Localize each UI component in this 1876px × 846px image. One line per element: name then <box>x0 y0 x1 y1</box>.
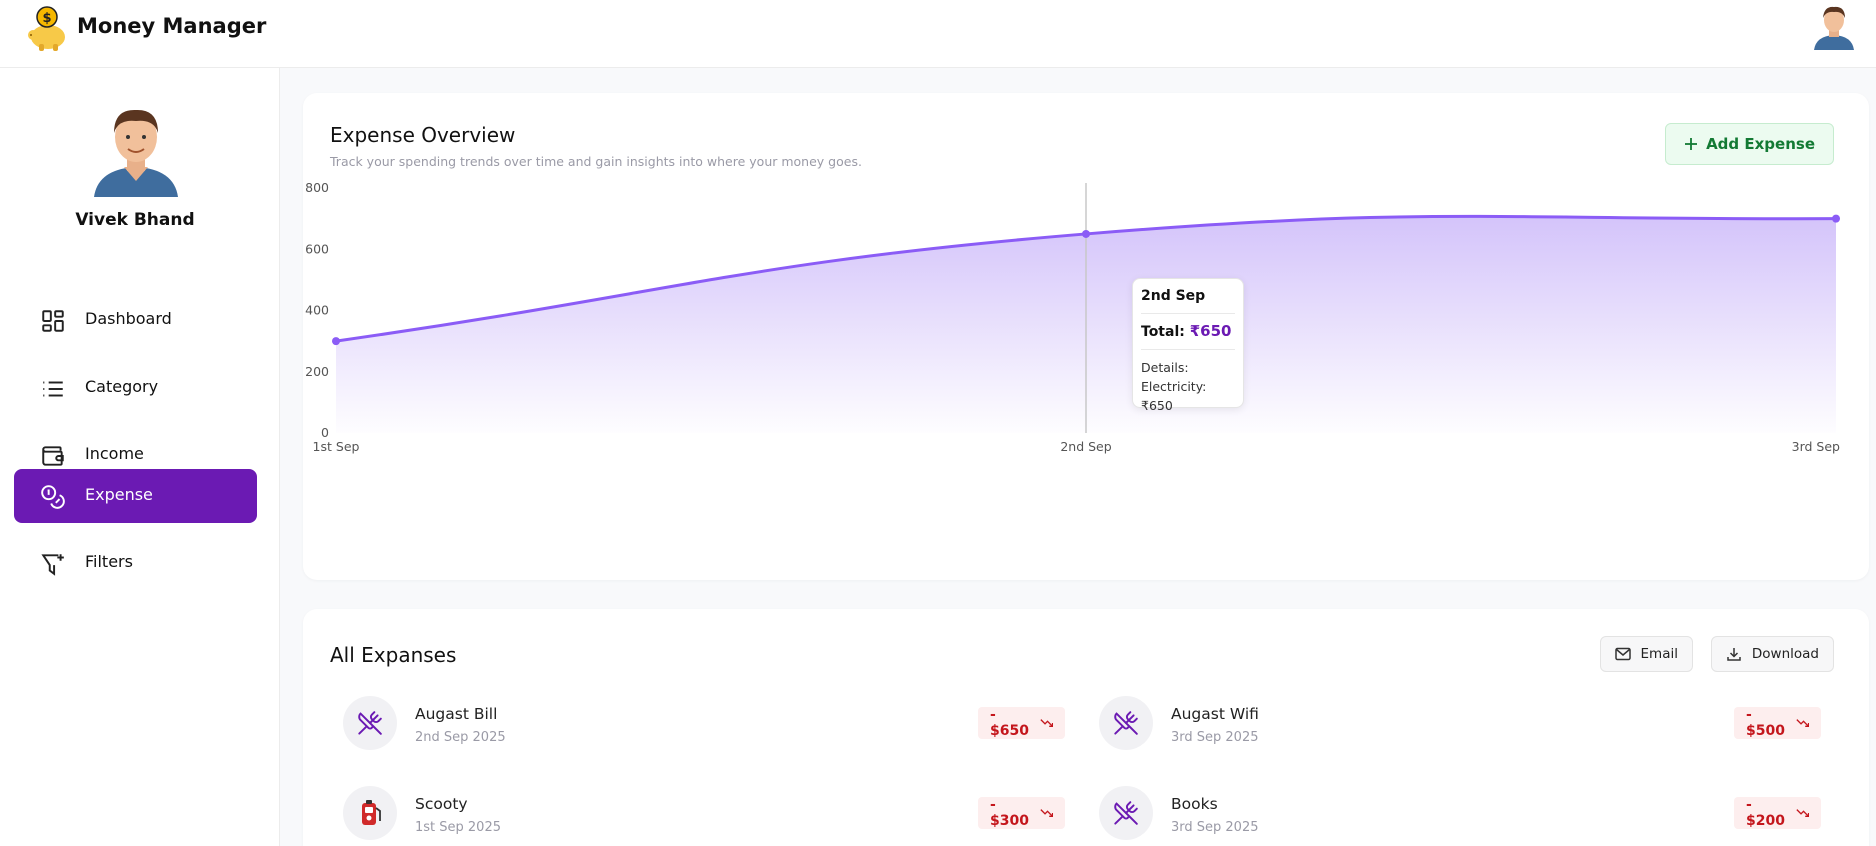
trending-down-icon <box>1039 719 1053 728</box>
expense-chart[interactable]: 0 200 400 600 800 1st Sep 2nd Sep 3rd Sep <box>303 93 1869 580</box>
sidebar-item-label: Expense <box>85 485 153 504</box>
expense-amount-badge: - $300 <box>978 797 1065 829</box>
expense-amount: - $300 <box>990 797 1029 829</box>
chart-point[interactable] <box>1082 229 1090 238</box>
expense-amount: - $650 <box>990 707 1029 739</box>
download-icon <box>1727 648 1741 661</box>
sidebar-item-label: Filters <box>85 552 133 571</box>
expense-item[interactable]: Augast Bill 2nd Sep 2025 - $650 <box>343 696 1065 756</box>
tooltip-total-value: ₹650 <box>1189 322 1232 340</box>
expense-date: 3rd Sep 2025 <box>1171 820 1259 835</box>
tooltip-details-label: Details: <box>1141 360 1189 375</box>
user-avatar[interactable] <box>1812 2 1856 50</box>
tooltip-date: 2nd Sep <box>1141 288 1206 304</box>
expense-amount-badge: - $500 <box>1734 707 1821 739</box>
expense-name: Augast Bill <box>415 705 498 723</box>
x-tick-label: 3rd Sep <box>1792 439 1840 454</box>
app-header: $ Money Manager <box>0 0 1876 68</box>
utensils-icon <box>1099 786 1153 840</box>
download-button-label: Download <box>1751 646 1819 662</box>
expense-date: 1st Sep 2025 <box>415 820 501 835</box>
sidebar-item-category[interactable]: Category <box>14 361 257 415</box>
expenses-title: All Expanses <box>330 643 457 667</box>
expense-amount: - $200 <box>1746 797 1785 829</box>
chart-point[interactable] <box>332 337 340 346</box>
coins-icon <box>41 485 65 509</box>
y-tick-label: 400 <box>305 303 329 318</box>
expense-item[interactable]: Books 3rd Sep 2025 - $200 <box>1099 786 1821 846</box>
expense-item[interactable]: Scooty 1st Sep 2025 - $300 <box>343 786 1065 846</box>
chart-point[interactable] <box>1832 214 1840 223</box>
trending-down-icon <box>1795 809 1809 818</box>
expense-date: 2nd Sep 2025 <box>415 730 506 745</box>
y-tick-label: 0 <box>321 425 329 440</box>
expense-overview-card: Expense Overview Track your spending tre… <box>303 93 1869 580</box>
y-tick-label: 600 <box>305 241 329 256</box>
sidebar-item-expense[interactable]: Expense <box>14 469 257 523</box>
fuel-pump-icon <box>343 786 397 840</box>
expense-amount-badge: - $650 <box>978 707 1065 739</box>
download-button[interactable]: Download <box>1710 636 1834 672</box>
expense-amount: - $500 <box>1746 707 1785 739</box>
sidebar-item-dashboard[interactable]: Dashboard <box>14 293 257 347</box>
tooltip-details-value: Electricity:₹650 <box>1141 379 1207 413</box>
utensils-icon <box>1099 696 1153 750</box>
trending-down-icon <box>1039 809 1053 818</box>
expense-amount-badge: - $200 <box>1734 797 1821 829</box>
expense-name: Augast Wifi <box>1171 705 1259 723</box>
y-tick-label: 200 <box>305 364 329 379</box>
sidebar-item-filters[interactable]: Filters <box>14 536 257 590</box>
x-tick-label: 2nd Sep <box>1060 439 1111 454</box>
all-expenses-card: All Expanses Email Download Augast Bill … <box>303 609 1869 846</box>
svg-text:$: $ <box>42 11 51 26</box>
sidebar-item-label: Income <box>85 444 144 463</box>
sidebar-item-label: Category <box>85 377 159 396</box>
expense-item[interactable]: Augast Wifi 3rd Sep 2025 - $500 <box>1099 696 1821 756</box>
sidebar: Vivek Bhand Dashboard Category Income Ex… <box>0 68 280 846</box>
mail-icon <box>1614 647 1631 661</box>
dashboard-icon <box>42 310 64 332</box>
email-button-label: Email <box>1640 646 1678 662</box>
tooltip-total: Total: ₹650 <box>1141 322 1235 340</box>
list-icon <box>43 381 63 397</box>
x-tick-label: 1st Sep <box>313 439 360 454</box>
email-button[interactable]: Email <box>1599 636 1693 672</box>
piggy-bank-icon: $ <box>28 6 65 51</box>
app-title: Money Manager <box>77 14 267 38</box>
expense-name: Books <box>1171 795 1218 813</box>
utensils-icon <box>343 696 397 750</box>
profile-avatar <box>94 109 178 197</box>
wallet-icon <box>42 446 64 466</box>
profile-name: Vivek Bhand <box>75 210 195 230</box>
trending-down-icon <box>1795 719 1809 728</box>
y-tick-label: 800 <box>305 180 329 195</box>
expense-name: Scooty <box>415 795 468 813</box>
tooltip-total-label: Total: <box>1141 324 1185 340</box>
expense-date: 3rd Sep 2025 <box>1171 730 1259 745</box>
chart-tooltip: 2nd Sep Total: ₹650 Details: Electricity… <box>1132 278 1244 413</box>
filter-icon <box>41 554 64 576</box>
sidebar-item-label: Dashboard <box>85 309 172 328</box>
